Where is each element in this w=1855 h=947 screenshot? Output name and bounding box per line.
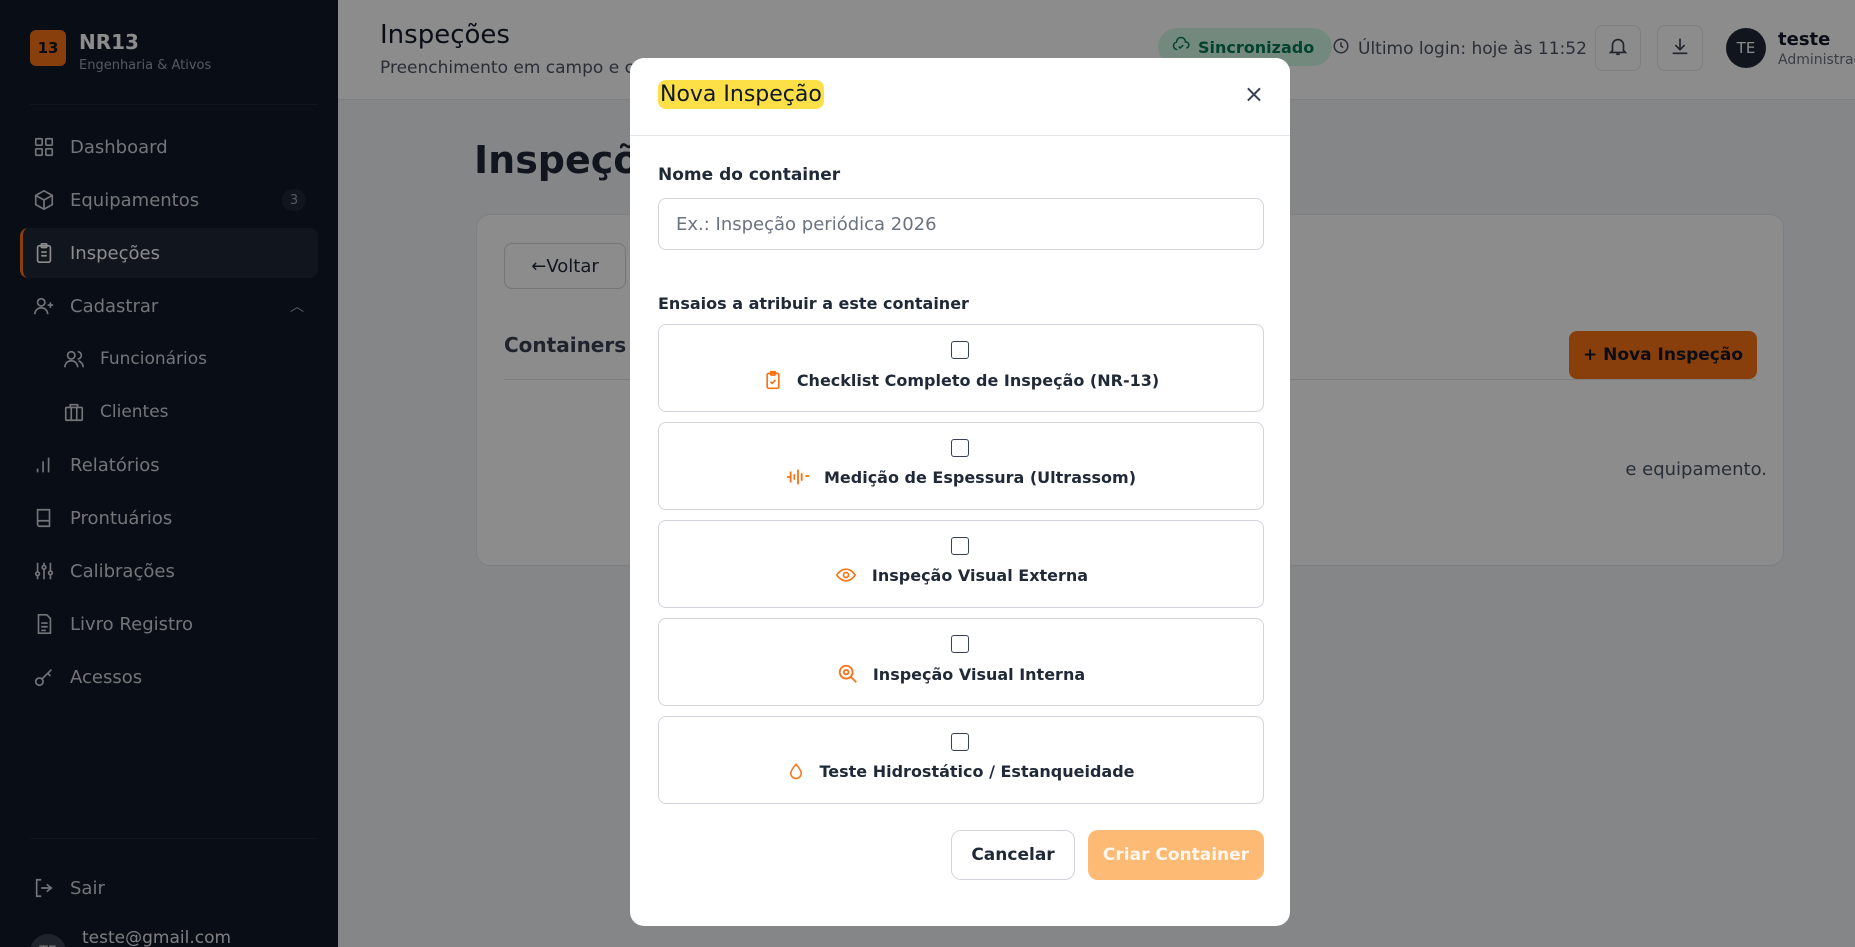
essay-checkbox[interactable] [951,733,969,751]
essay-label: Inspeção Visual Interna [872,664,1086,684]
essay-option[interactable]: Checklist Completo de Inspeção (NR-13) [658,324,1264,412]
modal-title: Nova Inspeção [658,80,824,109]
essay-option[interactable]: Inspeção Visual Externa [658,520,1264,608]
droplet-icon [787,761,805,781]
essay-checkbox[interactable] [951,341,969,359]
container-name-input[interactable] [658,198,1264,250]
eye-icon [834,565,858,585]
new-inspection-modal: Nova Inspeção × Nome do container Ensaio… [630,58,1290,926]
essay-checkbox[interactable] [951,635,969,653]
clipboard-check-icon [763,369,783,391]
essay-option[interactable]: Medição de Espessura (Ultrassom) [658,422,1264,510]
waveform-icon [786,467,810,487]
essays-label: Ensaios a atribuir a este container [658,294,969,313]
essay-checkbox[interactable] [951,439,969,457]
essay-label: Checklist Completo de Inspeção (NR-13) [796,370,1160,390]
container-name-label: Nome do container [658,165,841,185]
essay-checkbox[interactable] [951,537,969,555]
magnifier-icon [837,663,859,685]
modal-header: Nova Inspeção × [630,58,1290,136]
essay-label: Teste Hidrostático / Estanqueidade [819,761,1135,781]
cancel-button[interactable]: Cancelar [951,830,1075,880]
essay-option[interactable]: Inspeção Visual Interna [658,618,1264,706]
essay-option[interactable]: Teste Hidrostático / Estanqueidade [658,716,1264,804]
create-container-button[interactable]: Criar Container [1088,830,1264,880]
essay-label: Medição de Espessura (Ultrassom) [823,467,1137,487]
close-icon[interactable]: × [1244,80,1264,108]
essay-label: Inspeção Visual Externa [871,565,1089,585]
